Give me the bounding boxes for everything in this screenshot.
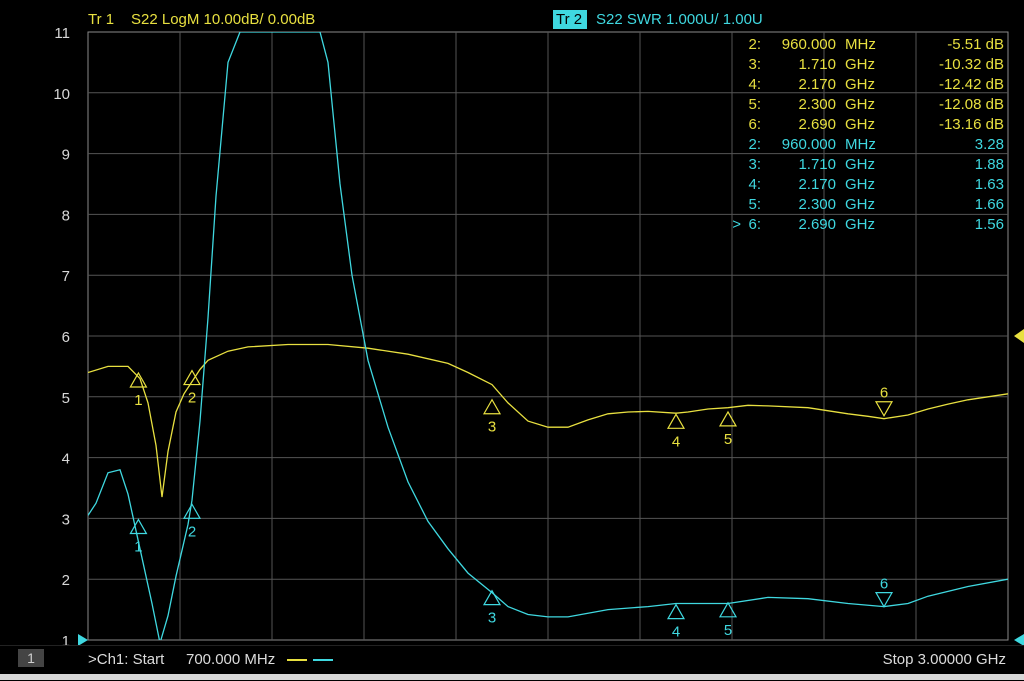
marker-table-id: 3:	[748, 156, 761, 173]
marker-label: 1	[134, 392, 142, 409]
marker-table-unit: MHz	[845, 36, 876, 53]
marker-table-value: -13.16 dB	[939, 116, 1004, 133]
marker-table-freq: 2.170	[798, 76, 836, 93]
marker-table-id: 4:	[748, 76, 761, 93]
marker-table-unit: GHz	[845, 76, 875, 93]
marker-table-freq: 2.690	[798, 116, 836, 133]
marker-2-icon[interactable]	[182, 503, 202, 519]
marker-table-active-indicator: >	[732, 216, 741, 233]
marker-table-unit: MHz	[845, 136, 876, 153]
marker-label: 5	[724, 431, 732, 448]
channel-badge[interactable]: 1	[18, 649, 44, 667]
trace2-legend-line	[313, 659, 333, 661]
y-tick-label: 5	[62, 390, 70, 407]
y-tick-label: 10	[53, 86, 70, 103]
y-tick-label: 9	[62, 147, 70, 164]
y-tick-label: 6	[62, 329, 70, 346]
marker-4-icon[interactable]	[666, 603, 686, 620]
window-bottom-strip	[0, 674, 1024, 680]
marker-label: 3	[488, 419, 496, 436]
marker-table-id: 6:	[748, 216, 761, 233]
marker-6-icon[interactable]	[874, 592, 894, 608]
trace1-reference-arrow-icon[interactable]	[1014, 329, 1024, 343]
start-arrow-icon	[78, 634, 88, 645]
trace2-label[interactable]: Tr 2	[556, 11, 582, 28]
marker-table-value: 1.63	[975, 176, 1004, 193]
marker-table-unit: GHz	[845, 176, 875, 193]
marker-table-unit: GHz	[845, 156, 875, 173]
marker-label: 4	[672, 433, 680, 450]
marker-table-unit: GHz	[845, 56, 875, 73]
marker-5-icon[interactable]	[718, 601, 738, 618]
marker-table-id: 6:	[748, 116, 761, 133]
marker-table-value: -10.32 dB	[939, 56, 1004, 73]
y-tick-label: 4	[62, 451, 70, 468]
marker-label: 2	[188, 390, 196, 407]
marker-table-value: 1.88	[975, 156, 1004, 173]
marker-label: 5	[724, 622, 732, 639]
marker-label: 1	[134, 539, 142, 556]
marker-table-freq: 2.300	[798, 96, 836, 113]
marker-table-id: 5:	[748, 196, 761, 213]
marker-table-id: 4:	[748, 176, 761, 193]
marker-4-icon[interactable]	[666, 413, 686, 429]
analyzer-plot: 12345678910111 234 561234 56Tr 1 S22 LogM 10…	[53, 10, 1024, 645]
marker-table-unit: GHz	[845, 216, 875, 233]
y-tick-label: 11	[54, 25, 70, 42]
marker-table-value: -12.08 dB	[939, 96, 1004, 113]
y-tick-label: 3	[62, 511, 70, 528]
y-tick-label: 2	[62, 572, 70, 589]
trace1-label[interactable]: Tr 1	[88, 11, 114, 28]
marker-label: 3	[488, 610, 496, 627]
marker-table-unit: GHz	[845, 116, 875, 133]
marker-table-freq: 960.000	[782, 36, 836, 53]
marker-table-value: -12.42 dB	[939, 76, 1004, 93]
marker-table-value: 3.28	[975, 136, 1004, 153]
marker-label: 6	[880, 385, 888, 402]
marker-table-freq: 1.710	[798, 156, 836, 173]
marker-table-id: 2:	[748, 36, 761, 53]
marker-6-icon[interactable]	[874, 401, 894, 417]
marker-1-icon[interactable]	[129, 518, 148, 535]
marker-table-freq: 960.000	[782, 136, 836, 153]
marker-table-unit: GHz	[845, 96, 875, 113]
stop-value[interactable]: Stop 3.00000 GHz	[883, 651, 1006, 668]
marker-3-icon[interactable]	[482, 398, 502, 415]
marker-5-icon[interactable]	[718, 410, 738, 427]
start-label: >Ch1: Start	[88, 651, 165, 668]
marker-label: 6	[880, 576, 888, 593]
marker-table-freq: 1.710	[798, 56, 836, 73]
marker-label: 2	[188, 523, 196, 540]
marker-table-freq: 2.300	[798, 196, 836, 213]
marker-table-value: -5.51 dB	[947, 36, 1004, 53]
trace2-reference-arrow-icon[interactable]	[1014, 634, 1024, 645]
marker-label: 4	[672, 624, 680, 641]
start-value[interactable]: 700.000 MHz	[186, 651, 275, 668]
marker-table-unit: GHz	[845, 196, 875, 213]
marker-table-freq: 2.690	[798, 216, 836, 233]
marker-table-id: 2:	[748, 136, 761, 153]
marker-table-id: 3:	[748, 56, 761, 73]
marker-1-icon[interactable]	[129, 371, 148, 388]
y-tick-label: 7	[62, 268, 70, 285]
marker-table-freq: 2.170	[798, 176, 836, 193]
marker-table-id: 5:	[748, 96, 761, 113]
trace1-legend-line	[287, 659, 307, 661]
marker-table-value: 1.66	[975, 196, 1004, 213]
y-tick-label: 8	[62, 207, 70, 224]
marker-table-value: 1.56	[975, 216, 1004, 233]
trace2-params: S22 SWR 1.000U/ 1.00U	[596, 11, 763, 28]
y-tick-label: 1	[62, 633, 70, 645]
trace1-params: S22 LogM 10.00dB/ 0.00dB	[131, 11, 315, 28]
